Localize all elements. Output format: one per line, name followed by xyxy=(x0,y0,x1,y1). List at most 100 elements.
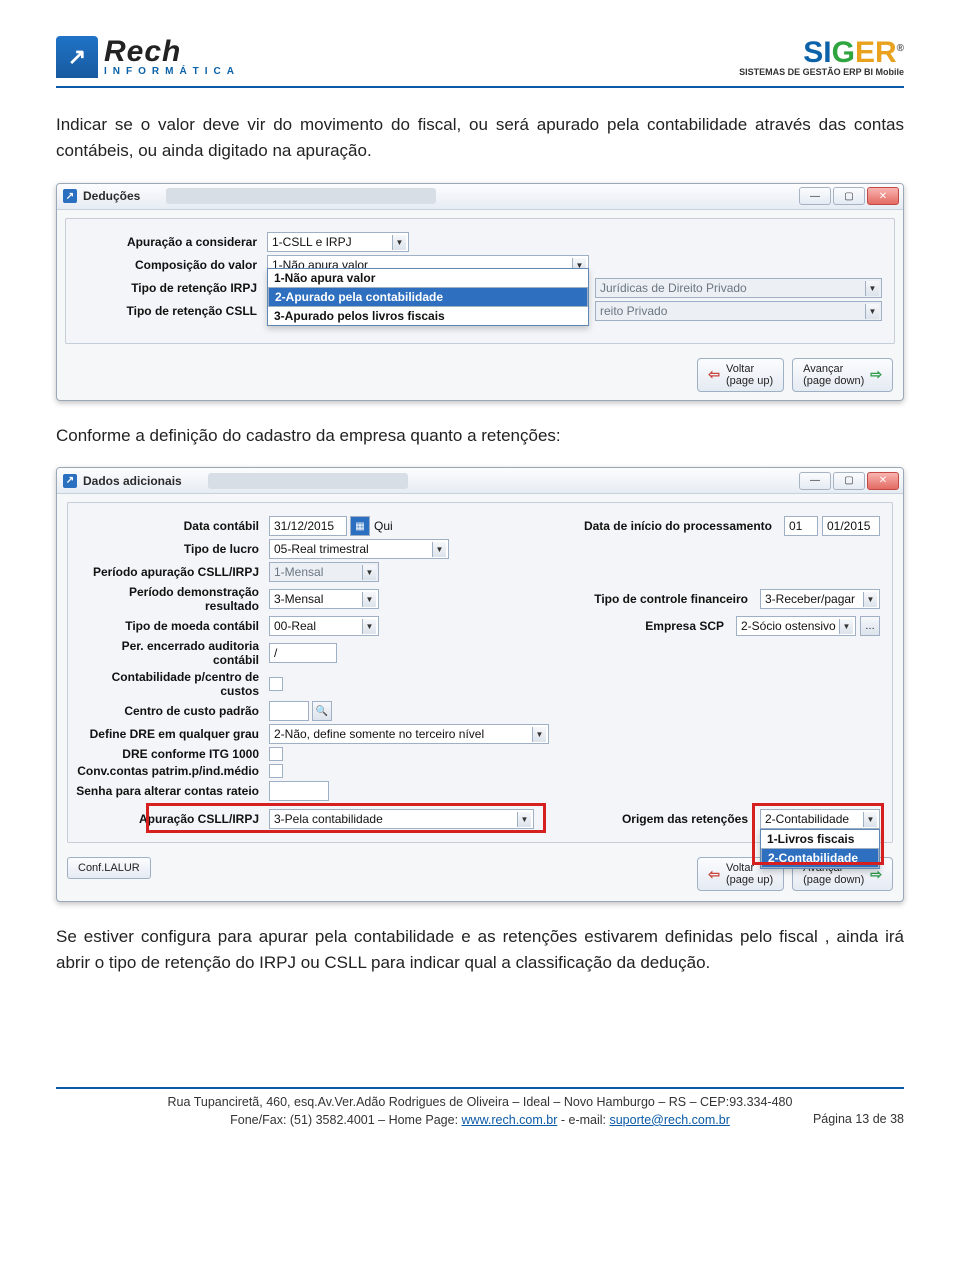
logo-rech-sub: INFORMÁTICA xyxy=(104,67,240,77)
label-origem-retencoes: Origem das retenções xyxy=(606,812,756,826)
chevron-down-icon: ▼ xyxy=(362,619,376,634)
chevron-down-icon: ▼ xyxy=(432,542,446,557)
label-tipo-retencao-irpj: Tipo de retenção IRPJ xyxy=(72,281,267,295)
input-senha[interactable] xyxy=(269,781,329,801)
chevron-down-icon: ▼ xyxy=(865,304,879,319)
label-periodo-csll: Período apuração CSLL/IRPJ xyxy=(74,565,269,579)
input-data-contabil[interactable]: 31/12/2015 xyxy=(269,516,347,536)
label-data-contabil: Data contábil xyxy=(74,519,269,533)
dropdown-origem-options[interactable]: 1-Livros fiscais 2-Contabilidade xyxy=(760,829,880,869)
intro-paragraph-2: Conforme a definição do cadastro da empr… xyxy=(56,423,904,449)
chevron-down-icon: ▼ xyxy=(865,281,879,296)
page-header: ↗ Rech INFORMÁTICA SIGER® SISTEMAS DE GE… xyxy=(56,36,904,78)
dropdown-composicao-options[interactable]: 1-Não apura valor 2-Apurado pela contabi… xyxy=(267,268,589,326)
window-controls: — ▢ ✕ xyxy=(799,187,899,205)
select-tipo-irpj-right: Jurídicas de Direito Privado ▼ xyxy=(595,278,882,298)
voltar-button[interactable]: ⇦ Voltar(page up) xyxy=(697,358,784,392)
window-title: Deduções xyxy=(83,189,140,203)
select-empresa-scp[interactable]: 2-Sócio ostensivo▼ xyxy=(736,616,856,636)
dropdown-option[interactable]: 1-Não apura valor xyxy=(268,269,588,287)
chevron-down-icon: ▼ xyxy=(532,727,546,742)
label-empresa-scp: Empresa SCP xyxy=(527,619,732,633)
logo-rech-brand: Rech xyxy=(104,37,240,67)
input-data-inicio-mesano[interactable]: 01/2015 xyxy=(822,516,880,536)
select-periodo-csll: 1-Mensal▼ xyxy=(269,562,379,582)
footer-link-email[interactable]: suporte@rech.com.br xyxy=(609,1113,729,1127)
input-cc-padrao[interactable] xyxy=(269,701,309,721)
select-apuracao-csll-irpj[interactable]: 3-Pela contabilidade▼ xyxy=(269,809,534,829)
footer-line-1: Rua Tupanciretã, 460, esq.Av.Ver.Adão Ro… xyxy=(56,1093,904,1111)
window-icon: ↗ xyxy=(63,474,77,488)
close-button[interactable]: ✕ xyxy=(867,187,899,205)
intro-paragraph-1: Indicar se o valor deve vir do movimento… xyxy=(56,112,904,165)
label-tipo-lucro: Tipo de lucro xyxy=(74,542,269,556)
label-define-dre: Define DRE em qualquer grau xyxy=(74,727,269,741)
checkbox-conv-contas[interactable] xyxy=(269,764,283,778)
select-tipo-csll-right: reito Privado ▼ xyxy=(595,301,882,321)
chevron-down-icon: ▼ xyxy=(517,812,531,827)
maximize-button[interactable]: ▢ xyxy=(833,187,865,205)
select-tipo-controle[interactable]: 3-Receber/pagar▼ xyxy=(760,589,880,609)
checkbox-centro-custos[interactable] xyxy=(269,677,283,691)
dados-adicionais-panel: Data contábil 31/12/2015 ▦ Qui Data de i… xyxy=(67,502,893,843)
titlebar-blurred-text xyxy=(166,188,436,204)
logo-rech: ↗ Rech INFORMÁTICA xyxy=(56,36,240,78)
disabled-value: reito Privado xyxy=(600,304,667,318)
page-footer: Rua Tupanciretã, 460, esq.Av.Ver.Adão Ro… xyxy=(56,1087,904,1126)
intro-paragraph-3: Se estiver configura para apurar pela co… xyxy=(56,924,904,977)
lookup-button[interactable]: 🔍 xyxy=(312,701,332,721)
weekday-label: Qui xyxy=(374,519,393,533)
select-tipo-lucro[interactable]: 05-Real trimestral▼ xyxy=(269,539,449,559)
chevron-down-icon: ▼ xyxy=(392,235,406,250)
footer-divider xyxy=(56,1087,904,1089)
titlebar: ↗ Dados adicionais — ▢ ✕ xyxy=(57,468,903,494)
avancar-button[interactable]: Avançar(page down) ⇨ xyxy=(792,358,893,392)
label-tipo-controle: Tipo de controle financeiro xyxy=(551,592,756,606)
chevron-down-icon: ▼ xyxy=(362,565,376,580)
header-divider xyxy=(56,86,904,88)
dropdown-option[interactable]: 1-Livros fiscais xyxy=(761,830,879,848)
dropdown-option-selected[interactable]: 2-Apurado pela contabilidade xyxy=(268,287,588,307)
select-define-dre[interactable]: 2-Não, define somente no terceiro nível▼ xyxy=(269,724,549,744)
window-icon: ↗ xyxy=(63,189,77,203)
close-button[interactable]: ✕ xyxy=(867,472,899,490)
input-per-auditoria[interactable]: / xyxy=(269,643,337,663)
disabled-value: Jurídicas de Direito Privado xyxy=(600,281,747,295)
label-apuracao-considerar: Apuração a considerar xyxy=(72,235,267,249)
titlebar: ↗ Deduções — ▢ ✕ xyxy=(57,184,903,210)
arrow-left-icon: ⇦ xyxy=(708,366,720,383)
label-data-inicio: Data de início do processamento xyxy=(575,519,780,533)
window-dados-adicionais: ↗ Dados adicionais — ▢ ✕ Data contábil 3… xyxy=(56,467,904,902)
footer-link-homepage[interactable]: www.rech.com.br xyxy=(462,1113,558,1127)
label-centro-custos: Contabilidade p/centro de custos xyxy=(74,670,269,698)
label-per-auditoria: Per. encerrado auditoria contábil xyxy=(74,639,269,667)
minimize-button[interactable]: — xyxy=(799,472,831,490)
window-deducoes: ↗ Deduções — ▢ ✕ Apuração a considerar 1… xyxy=(56,183,904,401)
select-origem-retencoes[interactable]: 2-Contabilidade▼ xyxy=(760,809,880,829)
logo-rech-mark-icon: ↗ xyxy=(56,36,98,78)
titlebar-blurred-text xyxy=(208,473,408,489)
select-periodo-dre[interactable]: 3-Mensal▼ xyxy=(269,589,379,609)
select-tipo-moeda[interactable]: 00-Real▼ xyxy=(269,616,379,636)
calendar-button[interactable]: ▦ xyxy=(350,516,370,536)
chevron-down-icon: ▼ xyxy=(362,592,376,607)
maximize-button[interactable]: ▢ xyxy=(833,472,865,490)
window-title: Dados adicionais xyxy=(83,474,182,488)
checkbox-dre-itg[interactable] xyxy=(269,747,283,761)
window-controls: — ▢ ✕ xyxy=(799,472,899,490)
minimize-button[interactable]: — xyxy=(799,187,831,205)
more-button[interactable]: … xyxy=(860,616,880,636)
nav-bar: ⇦ Voltar(page up) Avançar(page down) ⇨ xyxy=(57,352,903,401)
select-apuracao-considerar[interactable]: 1-CSLL e IRPJ ▼ xyxy=(267,232,409,252)
label-cc-padrao: Centro de custo padrão xyxy=(74,704,269,718)
dropdown-option[interactable]: 3-Apurado pelos livros fiscais xyxy=(268,307,588,325)
label-conv-contas: Conv.contas patrim.p/ind.médio xyxy=(74,764,269,778)
label-composicao-valor: Composição do valor xyxy=(72,258,267,272)
conf-lalur-button[interactable]: Conf.LALUR xyxy=(67,857,151,879)
label-senha: Senha para alterar contas rateio xyxy=(74,784,269,798)
deducoes-panel: Apuração a considerar 1-CSLL e IRPJ ▼ Co… xyxy=(65,218,895,344)
label-apuracao-csll-irpj: Apuração CSLL/IRPJ xyxy=(74,812,269,826)
input-data-inicio-dia[interactable]: 01 xyxy=(784,516,818,536)
label-dre-itg: DRE conforme ITG 1000 xyxy=(74,747,269,761)
dropdown-option-selected[interactable]: 2-Contabilidade xyxy=(761,848,879,868)
